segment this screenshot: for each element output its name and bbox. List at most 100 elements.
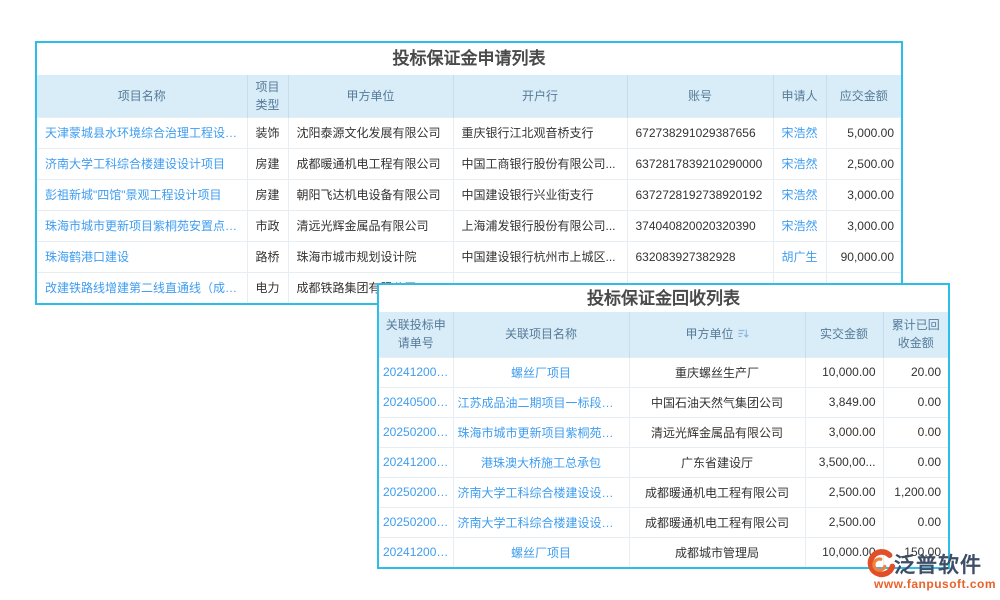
bank-cell: 中国工商银行股份有限公司... bbox=[453, 148, 627, 179]
apply-order-no-link[interactable]: 2024120003 bbox=[379, 357, 453, 387]
party-unit-cell: 中国石油天然气集团公司 bbox=[629, 387, 805, 417]
col-header-account: 账号 bbox=[627, 75, 773, 117]
project-type-cell: 房建 bbox=[247, 148, 288, 179]
amount-due-cell: 5,000.00 bbox=[826, 117, 901, 148]
recovered-amount-cell: 0.00 bbox=[883, 507, 948, 537]
applicant-link[interactable]: 宋浩然 bbox=[773, 179, 826, 210]
fanpu-watermark: 泛普软件 www.fanpusoft.com bbox=[864, 548, 998, 594]
bid-deposit-recover-panel: 投标保证金回收列表 关联投标申请单号 关联项目名称 甲方单位 实交金额 累计已回… bbox=[377, 283, 950, 569]
sort-icon[interactable] bbox=[738, 326, 749, 344]
account-cell: 632083927382928 bbox=[627, 241, 773, 272]
account-cell: 6372817839210290000 bbox=[627, 148, 773, 179]
project-name-link[interactable]: 珠海鹤港口建设 bbox=[37, 241, 247, 272]
project-type-cell: 房建 bbox=[247, 179, 288, 210]
recover-table-row: 2024120003 螺丝厂项目 重庆螺丝生产厂 10,000.00 20.00 bbox=[379, 357, 948, 387]
party-unit-cell: 清远光辉金属品有限公司 bbox=[288, 210, 453, 241]
applicant-link[interactable]: 宋浩然 bbox=[773, 210, 826, 241]
project-type-cell: 市政 bbox=[247, 210, 288, 241]
recover-header-row: 关联投标申请单号 关联项目名称 甲方单位 实交金额 累计已回收金额 bbox=[379, 312, 948, 357]
related-project-link[interactable]: 港珠澳大桥施工总承包 bbox=[453, 447, 629, 477]
party-unit-cell: 成都暖通机电工程有限公司 bbox=[288, 148, 453, 179]
apply-order-no-link[interactable]: 2025020001 bbox=[379, 417, 453, 447]
recover-table-row: 2024050009 江苏成品油二期项目一标段工程 中国石油天然气集团公司 3,… bbox=[379, 387, 948, 417]
apply-table-row: 珠海市城市更新项目紫桐苑安置点设... 市政 清远光辉金属品有限公司 上海浦发银… bbox=[37, 210, 901, 241]
col-header-party-unit: 甲方单位 bbox=[288, 75, 453, 117]
recover-table-row: 2025020003 济南大学工科综合楼建设设计项目 成都暖通机电工程有限公司 … bbox=[379, 507, 948, 537]
brand-url: www.fanpusoft.com bbox=[864, 577, 998, 591]
party-unit-cell: 成都暖通机电工程有限公司 bbox=[629, 477, 805, 507]
recover-table-row: 2025020003 济南大学工科综合楼建设设计项目 成都暖通机电工程有限公司 … bbox=[379, 477, 948, 507]
bank-cell: 中国建设银行兴业街支行 bbox=[453, 179, 627, 210]
party-unit-cell: 清远光辉金属品有限公司 bbox=[629, 417, 805, 447]
col-header-related-apply-no: 关联投标申请单号 bbox=[379, 312, 453, 357]
paid-amount-cell: 2,500.00 bbox=[805, 507, 883, 537]
project-name-link[interactable]: 彭祖新城"四馆"景观工程设计项目 bbox=[37, 179, 247, 210]
apply-table-row: 济南大学工科综合楼建设设计项目 房建 成都暖通机电工程有限公司 中国工商银行股份… bbox=[37, 148, 901, 179]
project-type-cell: 电力 bbox=[247, 272, 288, 303]
bid-deposit-apply-panel: 投标保证金申请列表 项目名称 项目类型 甲方单位 开户行 账号 申请人 应交金额 bbox=[35, 41, 903, 305]
project-name-link[interactable]: 改建铁路线增建第二线直通线（成都-... bbox=[37, 272, 247, 303]
paid-amount-cell: 3,849.00 bbox=[805, 387, 883, 417]
apply-order-no-link[interactable]: 2024050009 bbox=[379, 387, 453, 417]
col-header-amount-due: 应交金额 bbox=[826, 75, 901, 117]
col-header-related-project: 关联项目名称 bbox=[453, 312, 629, 357]
col-header-project-name: 项目名称 bbox=[37, 75, 247, 117]
project-name-link[interactable]: 天津蒙城县水环境综合治理工程设计... bbox=[37, 117, 247, 148]
related-project-link[interactable]: 珠海市城市更新项目紫桐苑安置点... bbox=[453, 417, 629, 447]
paid-amount-cell: 3,500,00... bbox=[805, 447, 883, 477]
paid-amount-cell: 3,000.00 bbox=[805, 417, 883, 447]
apply-panel-title: 投标保证金申请列表 bbox=[37, 43, 901, 75]
col-header-recovered-amount: 累计已回收金额 bbox=[883, 312, 948, 357]
project-type-cell: 路桥 bbox=[247, 241, 288, 272]
project-name-link[interactable]: 济南大学工科综合楼建设设计项目 bbox=[37, 148, 247, 179]
apply-table-row: 珠海鹤港口建设 路桥 珠海市城市规划设计院 中国建设银行杭州市上城区... 63… bbox=[37, 241, 901, 272]
recovered-amount-cell: 1,200.00 bbox=[883, 477, 948, 507]
amount-due-cell: 2,500.00 bbox=[826, 148, 901, 179]
brand-name: 泛普软件 bbox=[894, 549, 982, 579]
applicant-link[interactable]: 宋浩然 bbox=[773, 117, 826, 148]
apply-order-no-link[interactable]: 2024120003 bbox=[379, 537, 453, 567]
recover-table-row: 2025020001 珠海市城市更新项目紫桐苑安置点... 清远光辉金属品有限公… bbox=[379, 417, 948, 447]
apply-table-row: 彭祖新城"四馆"景观工程设计项目 房建 朝阳飞达机电设备有限公司 中国建设银行兴… bbox=[37, 179, 901, 210]
related-project-link[interactable]: 济南大学工科综合楼建设设计项目 bbox=[453, 507, 629, 537]
page: 投标保证金申请列表 项目名称 项目类型 甲方单位 开户行 账号 申请人 应交金额 bbox=[0, 0, 1000, 600]
recovered-amount-cell: 0.00 bbox=[883, 447, 948, 477]
apply-order-no-link[interactable]: 2025020003 bbox=[379, 477, 453, 507]
party-unit-cell: 成都暖通机电工程有限公司 bbox=[629, 507, 805, 537]
recover-table-row: 2024120003 螺丝厂项目 成都城市管理局 10,000.00 150.0… bbox=[379, 537, 948, 567]
related-project-link[interactable]: 江苏成品油二期项目一标段工程 bbox=[453, 387, 629, 417]
apply-header-row: 项目名称 项目类型 甲方单位 开户行 账号 申请人 应交金额 bbox=[37, 75, 901, 117]
related-project-link[interactable]: 螺丝厂项目 bbox=[453, 357, 629, 387]
recovered-amount-cell: 20.00 bbox=[883, 357, 948, 387]
related-project-link[interactable]: 济南大学工科综合楼建设设计项目 bbox=[453, 477, 629, 507]
party-unit-cell: 成都城市管理局 bbox=[629, 537, 805, 567]
bank-cell: 重庆银行江北观音桥支行 bbox=[453, 117, 627, 148]
recover-table: 关联投标申请单号 关联项目名称 甲方单位 实交金额 累计已回收金额 202412… bbox=[379, 312, 948, 567]
related-project-link[interactable]: 螺丝厂项目 bbox=[453, 537, 629, 567]
col-header-party-unit-sortable[interactable]: 甲方单位 bbox=[629, 312, 805, 357]
account-cell: 6372728192738920192 bbox=[627, 179, 773, 210]
recover-panel-title: 投标保证金回收列表 bbox=[379, 285, 948, 312]
paid-amount-cell: 2,500.00 bbox=[805, 477, 883, 507]
applicant-link[interactable]: 胡广生 bbox=[773, 241, 826, 272]
paid-amount-cell: 10,000.00 bbox=[805, 357, 883, 387]
col-header-project-type: 项目类型 bbox=[247, 75, 288, 117]
project-type-cell: 装饰 bbox=[247, 117, 288, 148]
amount-due-cell: 3,000.00 bbox=[826, 179, 901, 210]
apply-order-no-link[interactable]: 2024120007 bbox=[379, 447, 453, 477]
amount-due-cell: 3,000.00 bbox=[826, 210, 901, 241]
amount-due-cell: 90,000.00 bbox=[826, 241, 901, 272]
party-unit-header-label: 甲方单位 bbox=[685, 327, 733, 341]
account-cell: 374040820020320390 bbox=[627, 210, 773, 241]
col-header-bank: 开户行 bbox=[453, 75, 627, 117]
apply-table: 项目名称 项目类型 甲方单位 开户行 账号 申请人 应交金额 天津蒙城县水环境综… bbox=[37, 75, 901, 303]
applicant-link[interactable]: 宋浩然 bbox=[773, 148, 826, 179]
fanpu-logo-icon bbox=[864, 548, 896, 580]
party-unit-cell: 珠海市城市规划设计院 bbox=[288, 241, 453, 272]
recovered-amount-cell: 0.00 bbox=[883, 387, 948, 417]
bank-cell: 中国建设银行杭州市上城区... bbox=[453, 241, 627, 272]
party-unit-cell: 广东省建设厅 bbox=[629, 447, 805, 477]
account-cell: 672738291029387656 bbox=[627, 117, 773, 148]
project-name-link[interactable]: 珠海市城市更新项目紫桐苑安置点设... bbox=[37, 210, 247, 241]
apply-order-no-link[interactable]: 2025020003 bbox=[379, 507, 453, 537]
